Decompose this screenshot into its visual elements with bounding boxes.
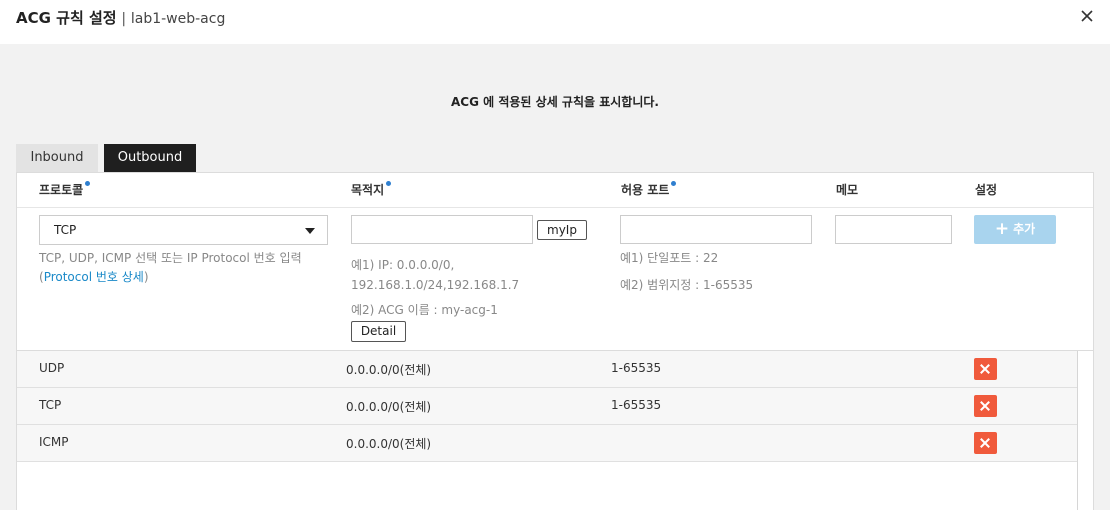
column-header-protocol: 프로토콜 bbox=[39, 181, 91, 198]
rule-port: 1-65535 bbox=[611, 361, 662, 375]
port-hint-2: 예2) 범위지정 : 1-65535 bbox=[620, 278, 754, 292]
rule-port: 1-65535 bbox=[611, 398, 662, 412]
column-header-port: 허용 포트 bbox=[621, 181, 677, 198]
rule-list-scrollbar[interactable] bbox=[1077, 351, 1078, 510]
protocol-select[interactable]: TCP bbox=[39, 215, 328, 245]
required-dot-icon bbox=[85, 181, 91, 186]
column-header-memo: 메모 bbox=[836, 183, 859, 197]
destination-hint-1: 예1) IP: 0.0.0.0/0, 192.168.1.0/24,192.16… bbox=[351, 258, 520, 292]
header-divider bbox=[17, 207, 1093, 208]
port-hint-1: 예1) 단일포트 : 22 bbox=[620, 251, 719, 265]
add-rule-label: 추가 bbox=[1013, 222, 1036, 236]
detail-button[interactable]: Detail bbox=[351, 321, 406, 342]
delete-rule-button[interactable] bbox=[974, 358, 997, 380]
rule-destination: 0.0.0.0/0(전체) bbox=[346, 400, 432, 414]
protocol-select-value: TCP bbox=[54, 223, 77, 237]
memo-input[interactable] bbox=[835, 215, 952, 244]
destination-input[interactable] bbox=[351, 215, 533, 244]
protocol-number-link[interactable]: Protocol 번호 상세 bbox=[44, 270, 144, 284]
rule-protocol: UDP bbox=[39, 361, 65, 375]
delete-rule-button[interactable] bbox=[974, 432, 997, 454]
table-row: UDP 0.0.0.0/0(전체) 1-65535 bbox=[17, 351, 1077, 388]
table-row: ICMP 0.0.0.0/0(전체) bbox=[17, 425, 1077, 462]
tab-outbound[interactable]: Outbound bbox=[104, 144, 196, 173]
protocol-hint: TCP, UDP, ICMP 선택 또는 IP Protocol 번호 입력 (… bbox=[39, 249, 329, 287]
protocol-hint-text: TCP, UDP, ICMP 선택 또는 IP Protocol 번호 입력 bbox=[39, 251, 302, 265]
rule-list: UDP 0.0.0.0/0(전체) 1-65535 TCP 0.0.0.0/0(… bbox=[17, 351, 1077, 462]
required-dot-icon bbox=[386, 181, 392, 186]
rule-panel: 프로토콜 목적지 허용 포트 메모 설정 TCP myIp + 추가 TCP, U… bbox=[16, 172, 1094, 510]
rule-destination: 0.0.0.0/0(전체) bbox=[346, 437, 432, 451]
chevron-down-icon bbox=[305, 228, 315, 234]
port-input[interactable] bbox=[620, 215, 812, 244]
dialog-header: ACG 규칙 설정 | lab1-web-acg bbox=[0, 0, 1110, 44]
link-paren-close: ) bbox=[143, 270, 149, 284]
column-header-protocol-label: 프로토콜 bbox=[39, 183, 84, 197]
myip-button[interactable]: myIp bbox=[537, 220, 587, 240]
plus-icon: + bbox=[994, 219, 1010, 239]
column-header-destination: 목적지 bbox=[351, 181, 392, 198]
column-header-port-label: 허용 포트 bbox=[621, 183, 670, 197]
dialog-subtitle: lab1-web-acg bbox=[130, 11, 226, 27]
dialog-title: ACG 규칙 설정 | lab1-web-acg bbox=[16, 7, 225, 28]
rule-protocol: ICMP bbox=[39, 435, 69, 449]
destination-hint-2: 예2) ACG 이름 : my-acg-1 bbox=[351, 303, 498, 317]
close-icon[interactable] bbox=[1078, 7, 1096, 25]
column-header-destination-label: 목적지 bbox=[351, 183, 385, 197]
tab-inbound[interactable]: Inbound bbox=[16, 144, 98, 173]
table-row: TCP 0.0.0.0/0(전체) 1-65535 bbox=[17, 388, 1077, 425]
dialog-title-main: ACG 규칙 설정 bbox=[16, 9, 117, 27]
rule-protocol: TCP bbox=[39, 398, 62, 412]
column-header-settings: 설정 bbox=[975, 183, 998, 197]
rule-destination: 0.0.0.0/0(전체) bbox=[346, 363, 432, 377]
delete-rule-button[interactable] bbox=[974, 395, 997, 417]
rule-description: ACG 에 적용된 상세 규칙을 표시합니다. bbox=[451, 95, 659, 109]
add-rule-button[interactable]: + 추가 bbox=[974, 215, 1056, 244]
title-separator: | bbox=[121, 11, 127, 27]
required-dot-icon bbox=[671, 181, 677, 186]
